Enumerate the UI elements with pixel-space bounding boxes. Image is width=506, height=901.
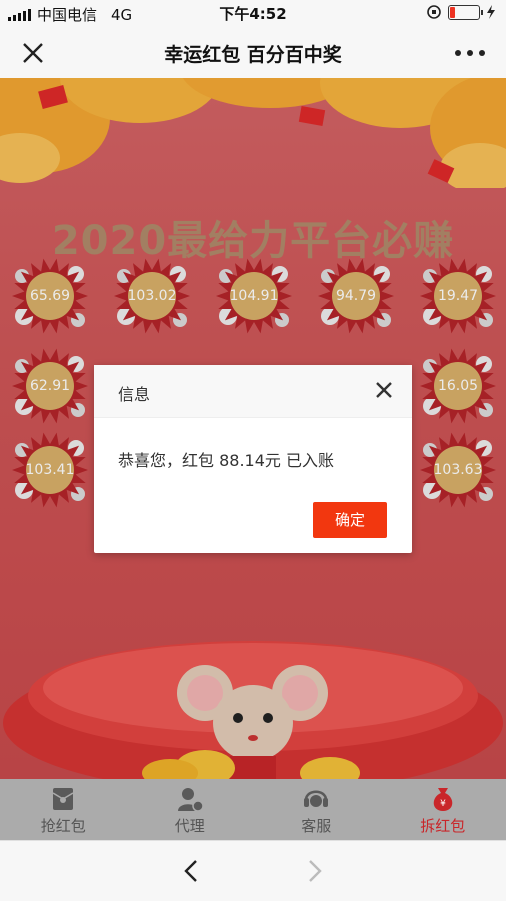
tab-open-envelope[interactable]: ¥ 拆红包: [380, 779, 506, 840]
status-bar: 中国电信 4G 下午4:52: [0, 0, 506, 26]
more-options-icon[interactable]: [450, 38, 490, 68]
forward-arrow-icon[interactable]: [300, 857, 328, 885]
dialog-header: 信息: [94, 365, 412, 418]
dialog-title: 信息: [118, 381, 150, 405]
title-bar: 幸运红包 百分百中奖: [0, 26, 506, 78]
svg-text:¥: ¥: [440, 799, 446, 809]
page-title: 幸运红包 百分百中奖: [0, 40, 506, 67]
back-arrow-icon[interactable]: [178, 857, 206, 885]
dialog-message: 恭喜您，红包 88.14元 已入账: [118, 447, 334, 471]
battery-icon: [448, 5, 480, 20]
tab-label: 代理: [127, 815, 254, 836]
info-dialog: 信息 恭喜您，红包 88.14元 已入账 确定: [94, 365, 412, 553]
tab-label: 拆红包: [380, 815, 506, 836]
confirm-button[interactable]: 确定: [313, 502, 387, 538]
bottom-tab-bar: 抢红包 代理 客服 ¥ 拆红包: [0, 779, 506, 840]
tab-agent[interactable]: 代理: [127, 779, 254, 840]
money-bag-icon: ¥: [429, 785, 457, 813]
orientation-lock-icon: [426, 4, 442, 20]
tab-grab-envelope[interactable]: 抢红包: [0, 779, 127, 840]
tab-customer-service[interactable]: 客服: [253, 779, 380, 840]
tab-label: 抢红包: [0, 815, 127, 836]
dialog-close-icon[interactable]: [374, 380, 394, 400]
browser-navigation: [0, 840, 506, 901]
charging-icon: [486, 5, 496, 19]
agent-icon: [176, 785, 204, 813]
customer-service-icon: [302, 785, 330, 813]
tab-label: 客服: [253, 815, 380, 836]
red-envelope-icon: [49, 785, 77, 813]
